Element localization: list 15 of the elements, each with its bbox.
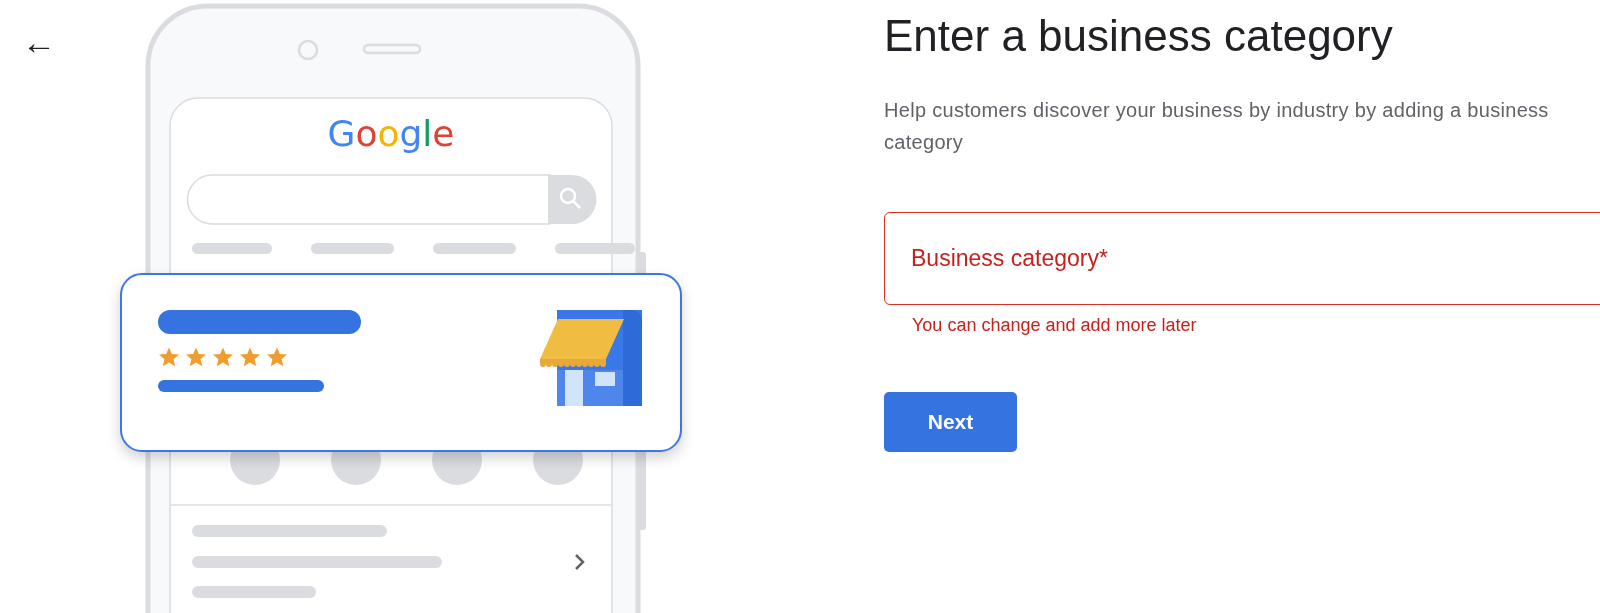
back-button[interactable]: ←	[18, 22, 60, 62]
star-icon	[185, 346, 207, 368]
star-icon	[212, 346, 234, 368]
star-icon	[266, 346, 288, 368]
category-field[interactable]: Business category*	[884, 212, 1600, 305]
star-icon	[158, 346, 180, 368]
page-description: Help customers discover your business by industry by adding a business category	[884, 98, 1550, 155]
chevron-icon	[575, 554, 585, 570]
google-logo: Google	[327, 113, 455, 154]
page-title: Enter a business category	[884, 10, 1393, 62]
next-button[interactable]: Next	[884, 392, 1017, 452]
helper-text: You can change and add more later	[912, 315, 1197, 336]
search-icon	[559, 187, 581, 209]
star-icon	[239, 346, 261, 368]
storefront-icon	[540, 310, 642, 406]
